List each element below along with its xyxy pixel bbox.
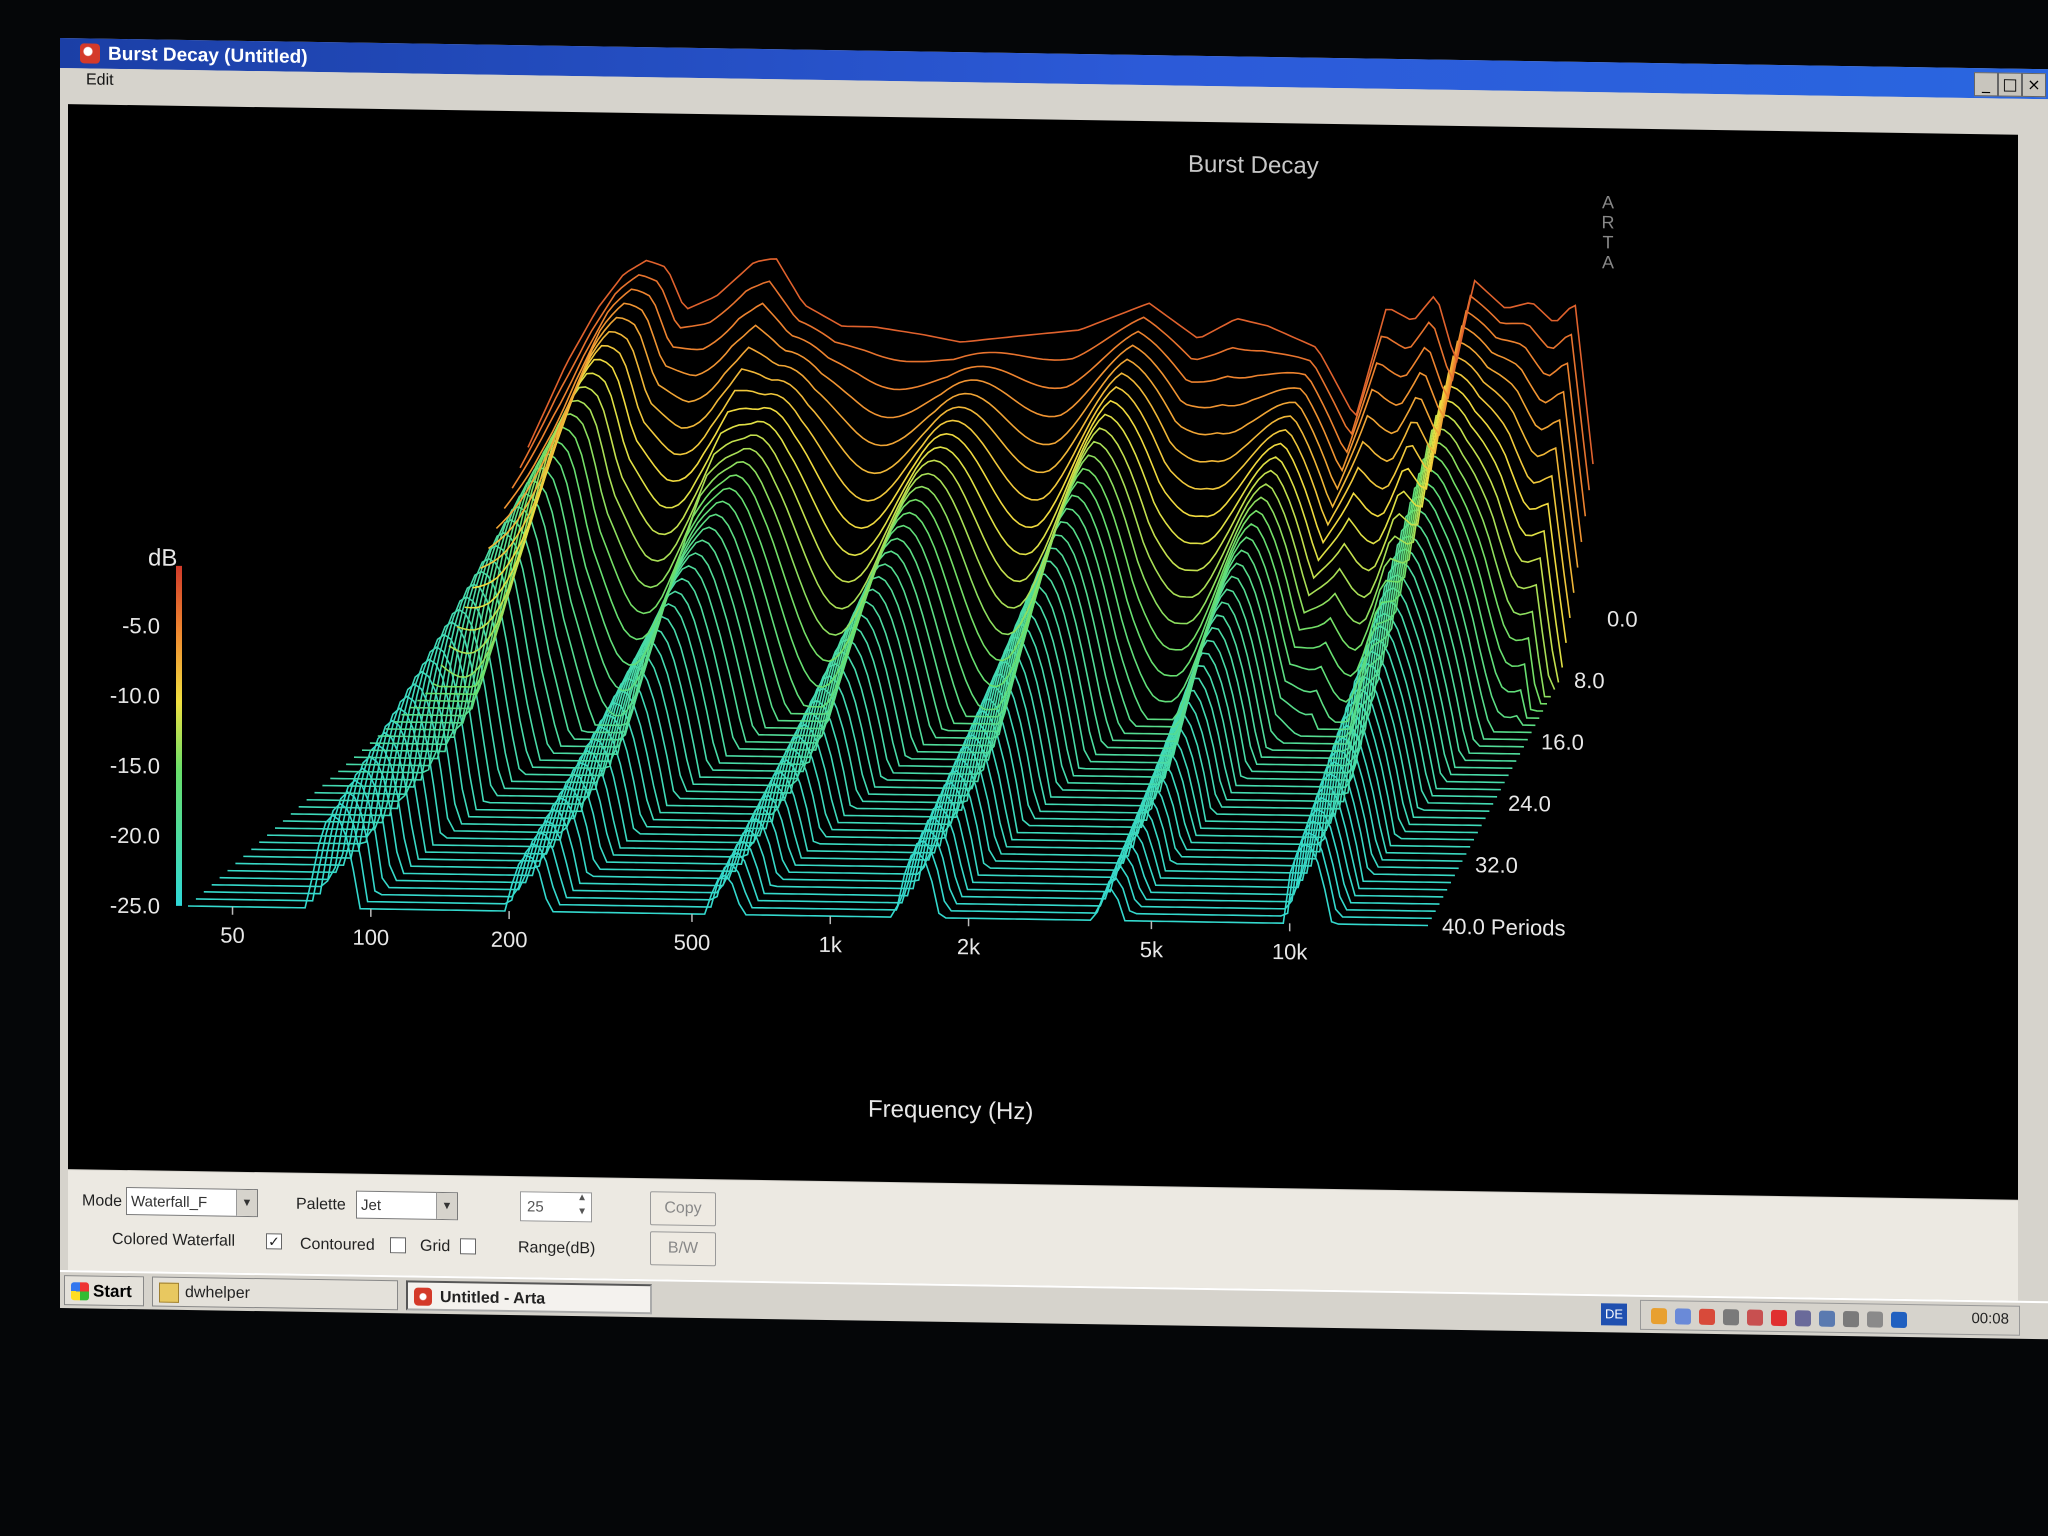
start-button[interactable]: Start — [64, 1275, 144, 1307]
waterfall-slice — [456, 386, 1560, 683]
x-tick-label: 200 — [491, 927, 528, 953]
y-axis-ticks: -5.0 -10.0 -15.0 -20.0 -25.0 — [110, 613, 160, 919]
mode-select[interactable]: Waterfall_F ▼ — [126, 1187, 258, 1218]
tray-tool-icon[interactable] — [1723, 1309, 1739, 1326]
copy-button[interactable]: Copy — [650, 1191, 716, 1227]
y-tick-label: -15.0 — [110, 753, 160, 779]
waterfall-chart: Burst Decay dB Frequency (Hz) -5.0-10.0-… — [110, 151, 1638, 1126]
palette-label: Palette — [296, 1195, 346, 1214]
tray-network-icon[interactable] — [1747, 1309, 1763, 1326]
arta-watermark: ARTA — [1602, 192, 1615, 272]
start-label: Start — [93, 1281, 132, 1302]
tray-network-status-icon[interactable] — [1819, 1310, 1835, 1327]
windows-logo-icon — [71, 1282, 89, 1301]
maximize-button[interactable]: □ — [1998, 72, 2022, 97]
tray-disk-icon[interactable] — [1795, 1310, 1811, 1327]
x-tick-label: 5k — [1140, 937, 1164, 962]
burst-decay-plot: Burst Decay dB Frequency (Hz) -5.0 -10.0-… — [68, 104, 2018, 1200]
period-tick-label: 32.0 — [1475, 852, 1518, 878]
colored-waterfall-checkbox[interactable]: ✓ — [266, 1233, 282, 1250]
range-value: 25 — [527, 1198, 544, 1216]
tray-security-icon[interactable] — [1771, 1309, 1787, 1327]
bw-button[interactable]: B/W — [650, 1231, 716, 1267]
waterfall-slice — [282, 670, 1474, 841]
tray-volume-icon[interactable] — [1867, 1311, 1883, 1328]
x-tick-label: 1k — [819, 932, 843, 957]
task-dwhelper[interactable]: dwhelper — [152, 1276, 398, 1311]
palette-select[interactable]: Jet ▼ — [356, 1190, 458, 1221]
tray-sync-icon[interactable] — [1699, 1308, 1715, 1325]
task-label: Untitled - Arta — [440, 1288, 546, 1308]
chart-title: Burst Decay — [1188, 151, 1319, 180]
menu-edit[interactable]: Edit — [86, 71, 114, 89]
arta-app-icon — [80, 43, 100, 64]
x-tick-label: 500 — [674, 930, 711, 956]
y-tick-label: -10.0 — [110, 683, 160, 709]
clock: 00:08 — [1971, 1310, 2009, 1328]
y-tick-label: -5.0 — [122, 613, 160, 639]
period-tick-label: 40.0 Periods — [1442, 914, 1566, 941]
grid-checkbox[interactable] — [460, 1238, 476, 1255]
watermark-letter: A — [1602, 192, 1614, 212]
x-tick-label: 50 — [220, 923, 244, 948]
range-label: Range(dB) — [518, 1239, 596, 1258]
tray-display-icon[interactable] — [1891, 1311, 1907, 1329]
window-title: Burst Decay (Untitled) — [108, 43, 308, 68]
period-tick-label: 0.0 — [1607, 606, 1638, 631]
range-spinner[interactable]: 25 ▲ ▼ — [520, 1191, 592, 1223]
period-tick-label: 8.0 — [1574, 668, 1605, 693]
waterfall-traces — [188, 258, 1594, 927]
grid-label: Grid — [420, 1237, 451, 1256]
colored-waterfall-label: Colored Waterfall — [112, 1230, 236, 1250]
task-label: dwhelper — [185, 1283, 250, 1302]
period-axis-ticks: 0.0 8.0 16.0 24.0 32.0 40.0 Periods — [1442, 606, 1638, 941]
x-axis-label: Frequency (Hz) — [868, 1096, 1033, 1126]
mode-label: Mode — [82, 1192, 123, 1210]
system-tray: DE 00:08 — [1601, 1299, 2020, 1336]
contoured-checkbox[interactable] — [390, 1237, 406, 1254]
chevron-down-icon[interactable]: ▼ — [236, 1189, 257, 1217]
watermark-letter: A — [1602, 252, 1614, 272]
watermark-letter: T — [1603, 232, 1614, 252]
tray-app-icon[interactable] — [1651, 1307, 1667, 1325]
y-axis-label: dB — [148, 544, 177, 571]
arta-app-icon — [414, 1287, 432, 1306]
chevron-down-icon[interactable]: ▼ — [436, 1192, 457, 1220]
tray-monitor-icon[interactable] — [1675, 1308, 1691, 1325]
y-tick-label: -20.0 — [110, 823, 160, 849]
mode-select-value: Waterfall_F — [131, 1193, 208, 1212]
palette-select-value: Jet — [361, 1196, 382, 1215]
x-tick-label: 2k — [957, 934, 981, 959]
x-tick-label: 10k — [1272, 939, 1308, 965]
spinner-arrows-icon[interactable]: ▲ ▼ — [577, 1191, 587, 1219]
contoured-label: Contoured — [300, 1235, 375, 1254]
watermark-letter: R — [1602, 212, 1615, 232]
folder-icon — [159, 1282, 179, 1303]
period-tick-label: 16.0 — [1541, 729, 1584, 755]
minimize-button[interactable]: _ — [1974, 72, 1998, 97]
close-button[interactable]: × — [2022, 72, 2046, 98]
tray-clock-app-icon[interactable] — [1843, 1311, 1859, 1328]
x-tick-label: 100 — [352, 925, 389, 951]
db-color-bar — [176, 565, 182, 906]
period-tick-label: 24.0 — [1508, 791, 1551, 817]
language-indicator[interactable]: DE — [1601, 1303, 1627, 1326]
task-arta[interactable]: Untitled - Arta — [406, 1280, 652, 1315]
y-tick-label: -25.0 — [110, 893, 160, 919]
monitor-screen: Burst Decay (Untitled) _ □ × Edit Burst … — [60, 38, 2048, 1340]
